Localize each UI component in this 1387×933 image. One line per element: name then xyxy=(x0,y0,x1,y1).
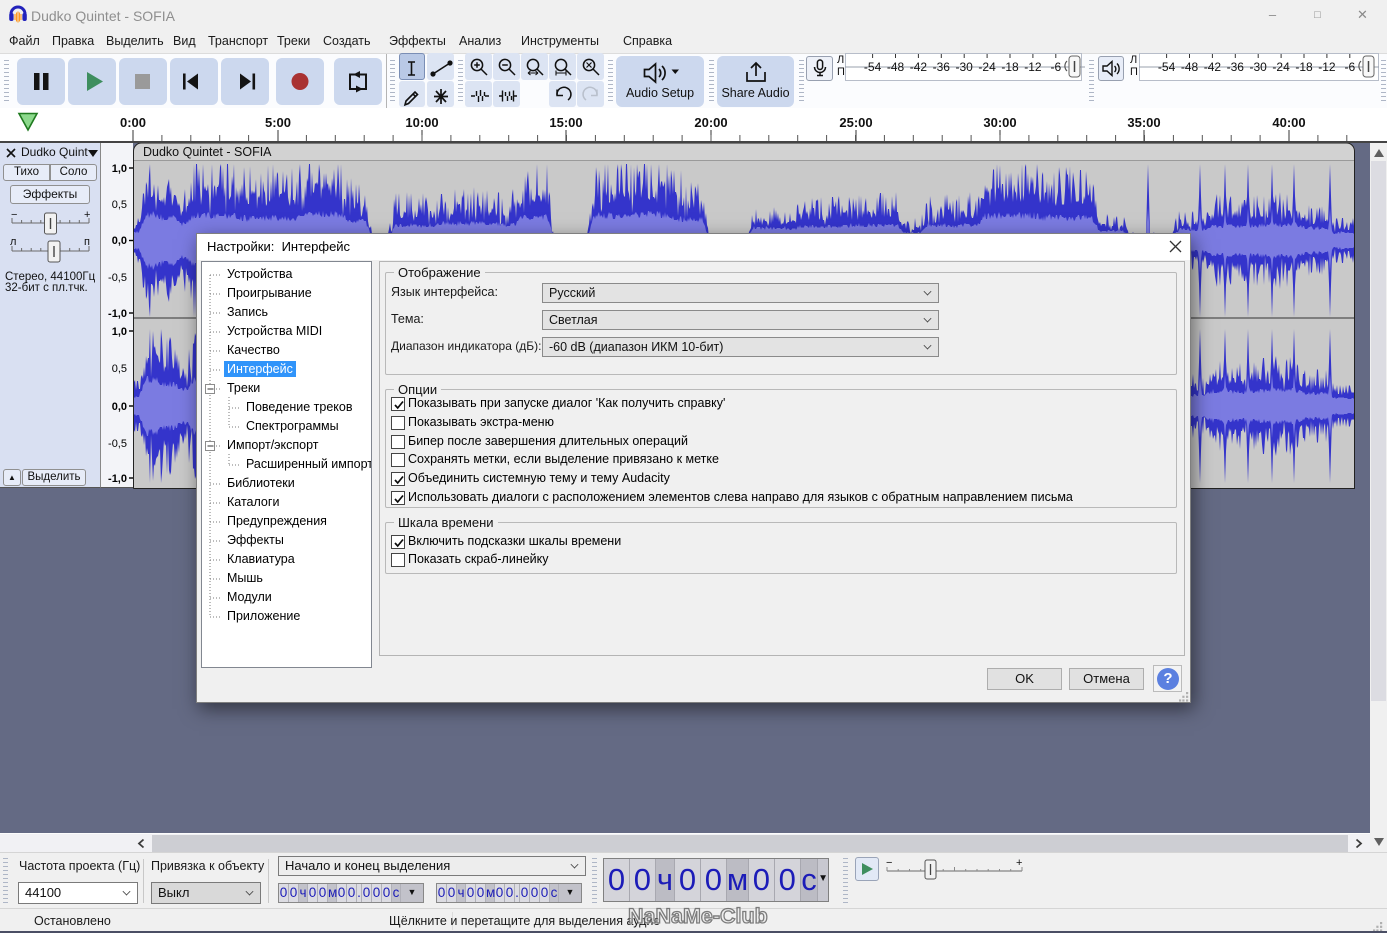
svg-text:-42: -42 xyxy=(910,60,928,74)
svg-text:+: + xyxy=(1016,857,1022,869)
svg-text:-30: -30 xyxy=(1250,60,1268,74)
svg-text:0,5: 0,5 xyxy=(112,199,127,211)
svg-text:-0,5: -0,5 xyxy=(108,272,127,284)
svg-text:л: л xyxy=(10,236,16,248)
svg-text:-54: -54 xyxy=(864,60,882,74)
svg-text:-1,0: -1,0 xyxy=(108,308,127,320)
svg-text:Dudko Quintet - SOFIA: Dudko Quintet - SOFIA xyxy=(143,145,272,159)
svg-text:0,0: 0,0 xyxy=(112,401,127,413)
svg-text:-54: -54 xyxy=(1158,60,1176,74)
svg-text:0:00: 0:00 xyxy=(120,115,146,130)
svg-text:-48: -48 xyxy=(1181,60,1199,74)
svg-text:-36: -36 xyxy=(1227,60,1245,74)
svg-text:30:00: 30:00 xyxy=(983,115,1016,130)
svg-text:40:00: 40:00 xyxy=(1272,115,1305,130)
svg-text:-42: -42 xyxy=(1204,60,1222,74)
svg-text:-30: -30 xyxy=(956,60,974,74)
svg-text:1,0: 1,0 xyxy=(112,326,127,338)
svg-text:0,0: 0,0 xyxy=(112,235,127,247)
svg-text:10:00: 10:00 xyxy=(405,115,438,130)
svg-text:20:00: 20:00 xyxy=(694,115,727,130)
svg-text:-0,5: -0,5 xyxy=(108,438,127,450)
svg-text:-18: -18 xyxy=(1295,60,1313,74)
svg-text:-6: -6 xyxy=(1050,60,1061,74)
svg-text:-12: -12 xyxy=(1318,60,1336,74)
svg-text:-6: -6 xyxy=(1344,60,1355,74)
svg-text:35:00: 35:00 xyxy=(1127,115,1160,130)
svg-text:25:00: 25:00 xyxy=(839,115,872,130)
svg-text:-1,0: -1,0 xyxy=(108,473,127,485)
svg-text:-24: -24 xyxy=(1272,60,1290,74)
svg-text:1,0: 1,0 xyxy=(112,163,127,175)
svg-text:5:00: 5:00 xyxy=(265,115,291,130)
svg-text:-12: -12 xyxy=(1024,60,1042,74)
svg-text:0,5: 0,5 xyxy=(112,363,127,375)
svg-text:-18: -18 xyxy=(1001,60,1019,74)
svg-text:15:00: 15:00 xyxy=(549,115,582,130)
svg-text:-48: -48 xyxy=(887,60,905,74)
svg-text:-36: -36 xyxy=(933,60,951,74)
svg-text:-24: -24 xyxy=(978,60,996,74)
